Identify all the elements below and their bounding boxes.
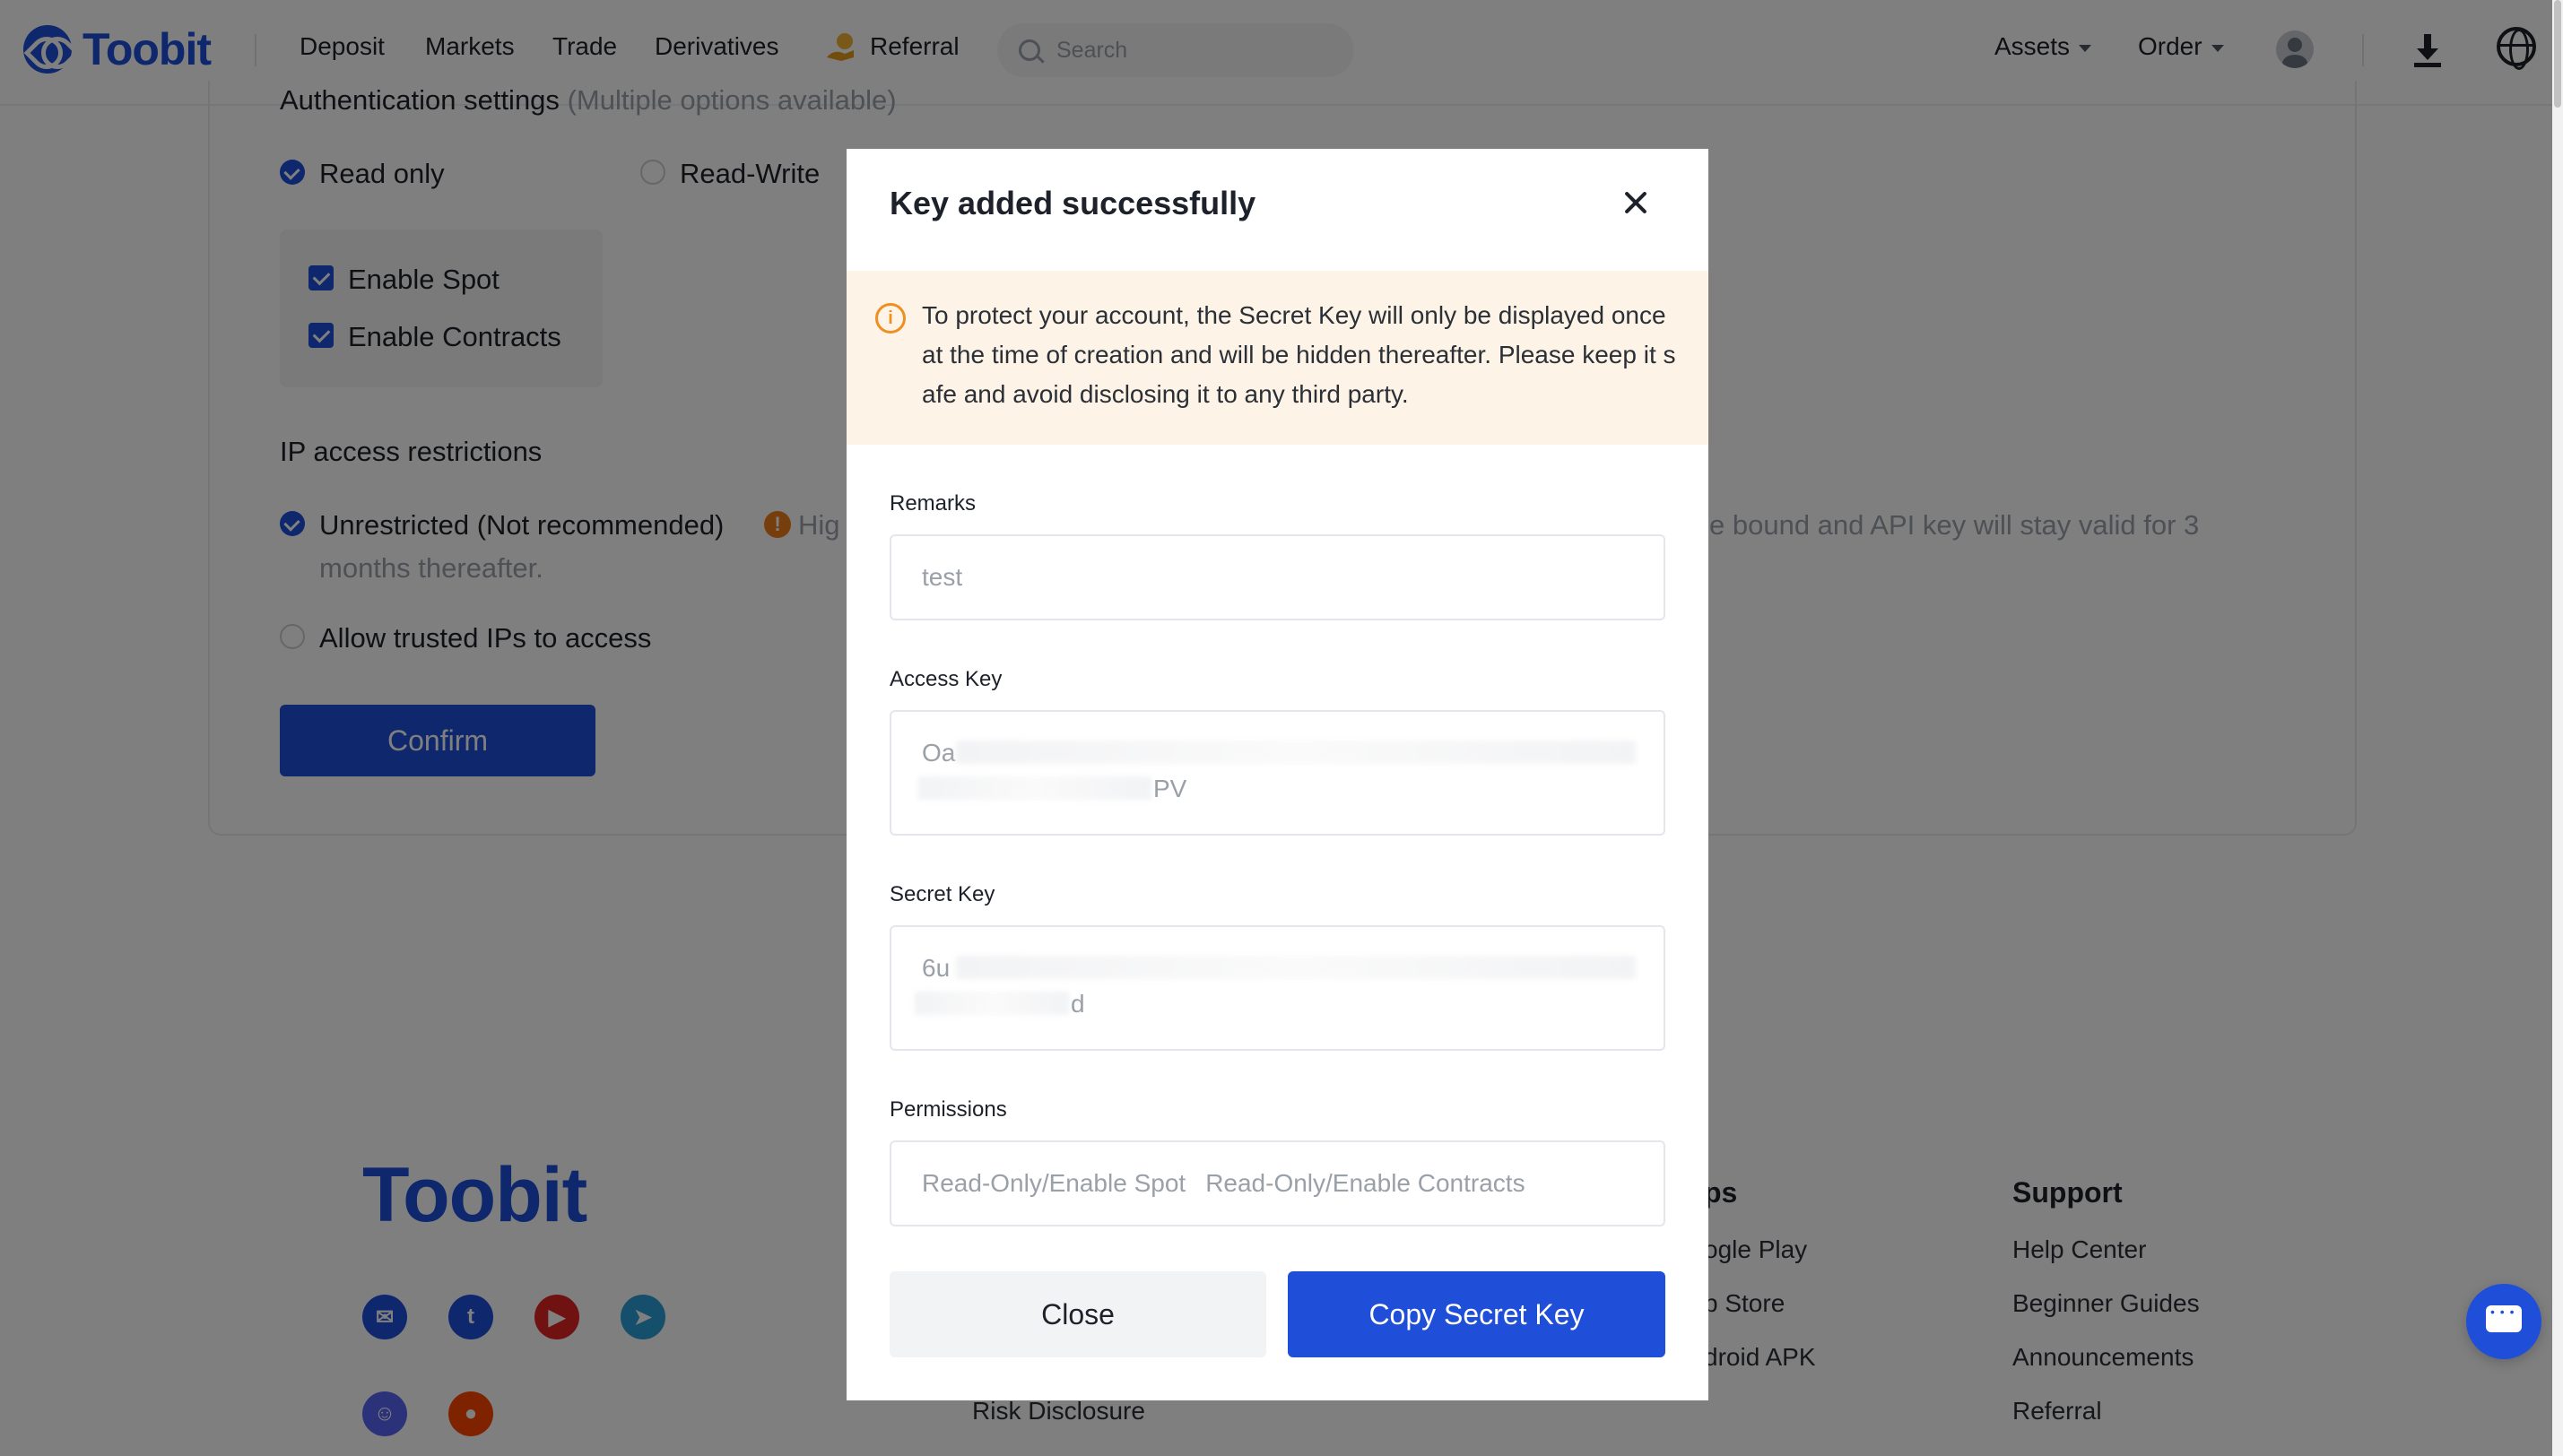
permissions-field[interactable]: Read-Only/Enable Spot Read-Only/Enable Co… (890, 1140, 1665, 1226)
access-key-redacted (956, 741, 1636, 764)
secret-key-redacted (915, 992, 1069, 1015)
secret-key-suffix: d (1071, 990, 1085, 1018)
access-key-label: Access Key (890, 667, 1003, 691)
secret-key-redacted (956, 956, 1636, 979)
security-notice-text: To protect your account, the Secret Key … (922, 301, 1676, 408)
access-key-prefix: Oa (922, 739, 956, 767)
remarks-label: Remarks (890, 491, 977, 516)
secret-key-field[interactable]: 6u d (890, 925, 1665, 1051)
key-added-dialog: Key added successfully i To protect your… (847, 149, 1708, 1400)
chat-support-button[interactable] (2466, 1284, 2541, 1359)
access-key-suffix: PV (1153, 775, 1187, 802)
permissions-label: Permissions (890, 1097, 1007, 1122)
access-key-field[interactable]: Oa PV (890, 710, 1665, 836)
dialog-title: Key added successfully (890, 185, 1256, 221)
page-scrollbar-thumb[interactable] (2554, 0, 2561, 108)
secret-key-label: Secret Key (890, 882, 995, 906)
permission-tag: Read-Only/Enable Contracts (1205, 1169, 1525, 1197)
secret-key-prefix: 6u (922, 954, 951, 982)
access-key-redacted (918, 776, 1151, 800)
remarks-field[interactable] (890, 534, 1665, 620)
close-button[interactable]: Close (890, 1271, 1266, 1357)
close-icon[interactable] (1618, 185, 1654, 221)
page-scrollbar[interactable] (2552, 0, 2563, 1456)
info-icon: i (875, 303, 906, 334)
copy-secret-key-button[interactable]: Copy Secret Key (1288, 1271, 1665, 1357)
permission-tag: Read-Only/Enable Spot (922, 1169, 1186, 1197)
